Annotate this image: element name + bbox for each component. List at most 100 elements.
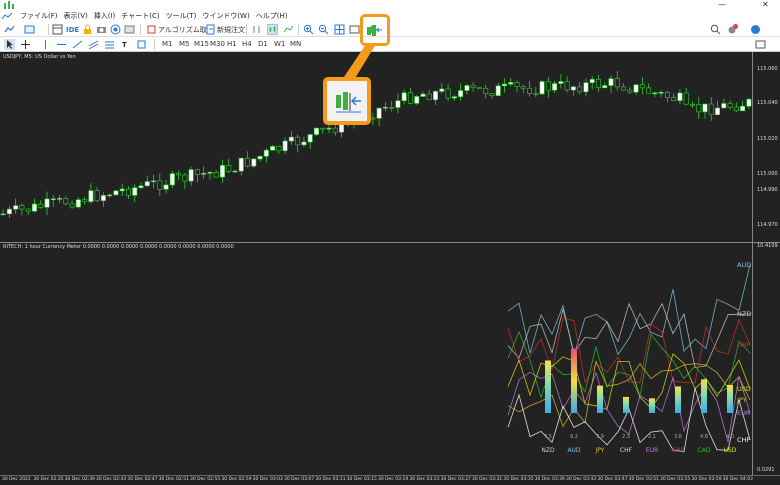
meter-value-usd: 4.0 bbox=[726, 434, 734, 440]
menu-chart[interactable]: チャート(C) bbox=[118, 11, 162, 21]
meter-bar-jpy bbox=[597, 385, 603, 413]
candle-body bbox=[639, 84, 645, 89]
indicator-pane[interactable]: RITECH: 1 hour Currency Meter 0.0000 0.0… bbox=[0, 243, 780, 475]
candle-body bbox=[100, 195, 106, 201]
candle-body bbox=[746, 98, 752, 107]
new-order-button[interactable]: 新規注文 bbox=[217, 24, 245, 35]
menu-view[interactable]: 表示(V) bbox=[61, 11, 91, 21]
vertical-line-icon[interactable] bbox=[40, 39, 51, 50]
tf-m5[interactable]: M5 bbox=[177, 39, 192, 50]
text-tool-icon[interactable]: T bbox=[122, 39, 127, 50]
time-tick: 30 Dec 03:43 bbox=[566, 477, 597, 482]
lock-icon[interactable] bbox=[82, 24, 93, 35]
zoom-in-icon[interactable] bbox=[303, 24, 314, 35]
menu-file[interactable]: ファイル(F) bbox=[17, 11, 61, 21]
tf-m1[interactable]: M1 bbox=[160, 39, 175, 50]
meter-label-cad: CAD bbox=[698, 447, 711, 454]
candle-body bbox=[57, 198, 63, 200]
tf-mn[interactable]: MN bbox=[288, 39, 303, 50]
cursor-icon[interactable] bbox=[4, 39, 15, 50]
algo-trading-icon[interactable] bbox=[146, 24, 157, 35]
camera-icon[interactable] bbox=[96, 24, 107, 35]
candle-body bbox=[301, 141, 307, 146]
profiles-icon[interactable] bbox=[24, 24, 35, 35]
currency-meter: 7.5 NZD 9.2 AUD 3.9 JPY 2.3 CHF 2.1 EUR 3.8 GBP 4.8 C… bbox=[507, 261, 751, 454]
autoscroll-zoom-icon bbox=[336, 92, 361, 113]
candle-body bbox=[514, 82, 520, 87]
time-tick: 30 Dec 03:55 bbox=[660, 477, 691, 482]
candle-body bbox=[589, 79, 595, 83]
close-button[interactable]: ✕ bbox=[762, 0, 769, 9]
candle-body bbox=[188, 169, 194, 182]
time-tick: 30 Dec 02:51 bbox=[158, 477, 189, 482]
candle-body bbox=[489, 93, 495, 96]
toolbar-options-icon[interactable] bbox=[755, 39, 766, 50]
notifications-icon[interactable] bbox=[727, 24, 738, 35]
shapes-icon[interactable] bbox=[136, 39, 147, 50]
tf-h4[interactable]: H4 bbox=[240, 39, 254, 50]
candle-body bbox=[570, 86, 576, 91]
candle-body bbox=[558, 81, 564, 84]
candlestick-icon[interactable] bbox=[267, 24, 278, 35]
tf-d1[interactable]: D1 bbox=[256, 39, 270, 50]
candle-body bbox=[451, 96, 457, 99]
time-tick: 30 Dec 03:23 bbox=[409, 477, 440, 482]
new-order-icon[interactable] bbox=[205, 24, 216, 35]
candle-body bbox=[445, 88, 451, 99]
time-tick: 30 Dec 03:51 bbox=[628, 477, 659, 482]
horizontal-line-icon[interactable] bbox=[56, 39, 67, 50]
meter-label-jpy: JPY bbox=[595, 447, 605, 454]
candle-body bbox=[470, 85, 476, 88]
ide-button[interactable]: IDE bbox=[66, 24, 79, 35]
fibonacci-icon[interactable] bbox=[104, 39, 115, 50]
candle-body bbox=[702, 103, 708, 113]
user-icon[interactable] bbox=[750, 24, 761, 35]
meter-right-chf: CHF bbox=[737, 436, 750, 444]
menu-tools[interactable]: ツール(T) bbox=[163, 11, 200, 21]
minimize-button[interactable]: — bbox=[718, 0, 726, 9]
meter-bar-eur bbox=[649, 398, 655, 413]
buy-sell-icon[interactable] bbox=[251, 24, 262, 35]
price-chart[interactable]: USDJPY, M5: US Dollar vs Yen 115.060 115… bbox=[0, 52, 780, 242]
candle-body bbox=[182, 174, 188, 182]
menu-insert[interactable]: 挿入(I) bbox=[91, 11, 119, 21]
candle-body bbox=[201, 173, 207, 175]
candle-body bbox=[495, 85, 501, 96]
search-icon[interactable] bbox=[710, 24, 721, 35]
channel-icon[interactable] bbox=[88, 39, 99, 50]
trendline-icon[interactable] bbox=[72, 39, 83, 50]
crosshair-icon[interactable] bbox=[20, 39, 31, 50]
candle-body bbox=[501, 83, 507, 87]
tf-w1[interactable]: W1 bbox=[272, 39, 287, 50]
meter-bar-chf bbox=[623, 396, 629, 413]
candle-body bbox=[119, 188, 125, 192]
price-tick: 114.970 bbox=[757, 222, 778, 228]
candle-body bbox=[539, 81, 545, 95]
zoom-out-icon[interactable] bbox=[318, 24, 329, 35]
menu-help[interactable]: ヘルプ(H) bbox=[253, 11, 291, 21]
chart-shift-icon[interactable] bbox=[349, 24, 360, 35]
candle-body bbox=[94, 190, 100, 201]
meter-label-gbp: GBP bbox=[672, 447, 685, 454]
candle-body bbox=[721, 103, 727, 109]
callout-zoom-box bbox=[323, 77, 371, 125]
candle-body bbox=[44, 198, 50, 208]
line-chart-icon[interactable] bbox=[283, 24, 294, 35]
meter-bar-usd bbox=[727, 385, 733, 413]
meter-bar-nzd bbox=[545, 360, 551, 413]
chart-line-icon[interactable] bbox=[2, 12, 12, 20]
indicator-axis-bottom: 0.0291 bbox=[757, 467, 775, 473]
candle-body bbox=[144, 181, 150, 187]
chart-type-icon[interactable] bbox=[4, 24, 15, 35]
vps-icon[interactable] bbox=[124, 24, 135, 35]
tf-h1[interactable]: H1 bbox=[225, 39, 239, 50]
signal-icon[interactable] bbox=[110, 24, 121, 35]
candle-body bbox=[38, 203, 44, 208]
market-watch-icon[interactable] bbox=[52, 24, 63, 35]
meter-value-gbp: 3.8 bbox=[674, 434, 682, 440]
candle-body bbox=[602, 85, 608, 89]
menu-window[interactable]: ウインドウ(W) bbox=[199, 11, 252, 21]
tile-windows-icon[interactable] bbox=[334, 24, 345, 35]
candle-body bbox=[326, 127, 332, 130]
candle-body bbox=[708, 103, 714, 116]
